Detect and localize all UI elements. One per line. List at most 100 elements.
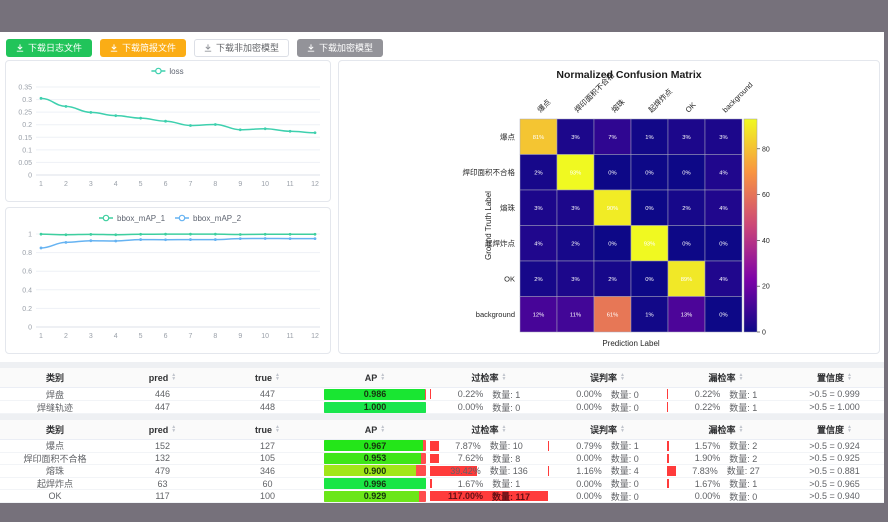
x-tick-label: 11: [286, 181, 293, 188]
ap-bar-track: 0.967: [324, 440, 426, 451]
sort-caret-icon[interactable]: ▲▼: [380, 374, 385, 381]
col-header-true[interactable]: true▲▼: [215, 373, 320, 383]
matrix-cell-value: 4%: [719, 206, 727, 212]
col-header-label: true: [255, 425, 272, 435]
rate-bar: [667, 402, 668, 412]
data-point: [314, 233, 317, 236]
col-header-pred[interactable]: pred▲▼: [110, 373, 215, 383]
data-point: [289, 130, 292, 133]
legend-item-bbox_mAP_1[interactable]: bbox_mAP_1: [99, 214, 166, 223]
row-label: 爆点: [500, 131, 515, 141]
cell-mis: 1.16%数量: 4: [548, 465, 667, 477]
y-tick-label: 0: [28, 325, 32, 332]
download-button-orange[interactable]: 下载简报文件: [100, 39, 186, 57]
ap-value: 0.900: [324, 465, 426, 476]
col-header-conf[interactable]: 置信度▲▼: [785, 423, 884, 436]
matrix-cell-value: 89%: [681, 277, 693, 283]
matrix-cell-value: 0%: [719, 241, 727, 247]
legend-marker-icon: [156, 68, 161, 73]
matrix-cell-value: 4%: [719, 277, 727, 283]
rate-percent: 1.67%: [695, 479, 721, 489]
col-header-conf[interactable]: 置信度▲▼: [785, 371, 884, 384]
sort-caret-icon[interactable]: ▲▼: [171, 426, 176, 433]
cell-cat: 焊印面积不合格: [0, 453, 110, 465]
metrics-table-1: 类别pred▲▼true▲▼AP▲▼过检率▲▼误判率▲▼漏检率▲▼置信度▲▼焊盘…: [0, 368, 884, 414]
x-tick-label: 7: [189, 181, 193, 188]
legend-item-loss[interactable]: loss: [151, 67, 183, 76]
col-header-true[interactable]: true▲▼: [215, 425, 320, 435]
matrix-cell-value: 3%: [571, 135, 579, 141]
metrics-tables: 类别pred▲▼true▲▼AP▲▼过检率▲▼误判率▲▼漏检率▲▼置信度▲▼焊盘…: [0, 362, 884, 503]
col-header-miss[interactable]: 漏检率▲▼: [667, 371, 785, 384]
col-header-pred[interactable]: pred▲▼: [110, 425, 215, 435]
matrix-cell-value: 3%: [719, 135, 727, 141]
col-header-ap[interactable]: AP▲▼: [320, 373, 430, 383]
cell-ap: 0.929: [320, 490, 430, 502]
rate-bar: [430, 454, 439, 464]
data-point: [89, 233, 92, 236]
col-header-label: pred: [149, 425, 169, 435]
matrix-cell-value: 61%: [607, 312, 619, 318]
col-header-mis[interactable]: 误判率▲▼: [548, 371, 667, 384]
col-label: 起焊炸点: [646, 86, 675, 115]
sort-caret-icon[interactable]: ▲▼: [847, 374, 852, 381]
col-header-over[interactable]: 过检率▲▼: [430, 371, 548, 384]
sort-caret-icon[interactable]: ▲▼: [739, 374, 744, 381]
sort-caret-icon[interactable]: ▲▼: [502, 426, 507, 433]
cell-conf: >0.5 = 0.925: [785, 453, 884, 465]
col-header-over[interactable]: 过检率▲▼: [430, 423, 548, 436]
series-line-bbox_mAP_2: [41, 238, 315, 247]
sort-caret-icon[interactable]: ▲▼: [739, 426, 744, 433]
y-tick-label: 0.05: [18, 160, 32, 167]
sort-caret-icon[interactable]: ▲▼: [502, 374, 507, 381]
rate-percent: 0.22%: [695, 389, 721, 399]
cell-cat: 爆点: [0, 440, 110, 452]
download-button-green[interactable]: 下载日志文件: [6, 39, 92, 57]
table-row: 熔珠4793460.90039.42%数量: 1361.16%数量: 47.83…: [0, 465, 884, 478]
ap-value: 0.986: [324, 389, 426, 400]
data-point: [239, 128, 242, 131]
y-tick-label: 0: [28, 173, 32, 180]
sort-caret-icon[interactable]: ▲▼: [171, 374, 176, 381]
rate-percent: 39.42%: [450, 466, 481, 476]
rate-percent: 7.83%: [692, 466, 718, 476]
sort-caret-icon[interactable]: ▲▼: [275, 426, 280, 433]
rate-quantity: 数量: 0: [611, 388, 639, 400]
matrix-cell-value: 93%: [570, 170, 582, 176]
cell-conf: >0.5 = 0.924: [785, 440, 884, 452]
x-tick-label: 6: [164, 181, 168, 188]
table-row: 爆点1521270.9677.87%数量: 100.79%数量: 11.57%数…: [0, 440, 884, 453]
col-header-ap[interactable]: AP▲▼: [320, 425, 430, 435]
sort-caret-icon[interactable]: ▲▼: [380, 426, 385, 433]
download-button-plain[interactable]: 下载非加密模型: [194, 39, 289, 57]
matrix-cell-value: 2%: [608, 277, 616, 283]
download-icon: [16, 44, 24, 52]
confusion-matrix-heatmap: Normalized Confusion Matrix爆点焊印面积不合格熔珠起焊…: [339, 61, 880, 353]
colorbar-tick-label: 80: [762, 146, 770, 153]
rate-percent: 7.87%: [455, 441, 481, 451]
col-header-mis[interactable]: 误判率▲▼: [548, 423, 667, 436]
download-button-gray[interactable]: 下载加密模型: [297, 39, 383, 57]
rate-percent: 1.67%: [458, 479, 484, 489]
col-header-label: 类别: [46, 371, 64, 384]
sort-caret-icon[interactable]: ▲▼: [275, 374, 280, 381]
sort-caret-icon[interactable]: ▲▼: [847, 426, 852, 433]
cell-miss: 1.57%数量: 2: [667, 440, 785, 452]
dashboard-panel: 下载日志文件下载简报文件下载非加密模型下载加密模型 loss00.050.10.…: [0, 32, 884, 492]
series-line-loss: [41, 98, 315, 132]
matrix-cell-value: 7%: [608, 135, 616, 141]
table-row: 焊盘4464470.9860.22%数量: 10.00%数量: 00.22%数量…: [0, 388, 884, 401]
col-header-label: 置信度: [817, 371, 844, 384]
x-tick-label: 7: [189, 333, 193, 340]
cell-over: 1.67%数量: 1: [430, 478, 548, 490]
rate-quantity: 数量: 1: [729, 401, 757, 413]
rate-percent: 0.22%: [458, 389, 484, 399]
legend-item-bbox_mAP_2[interactable]: bbox_mAP_2: [175, 214, 242, 223]
download-button-label: 下载非加密模型: [216, 41, 279, 54]
sort-caret-icon[interactable]: ▲▼: [620, 426, 625, 433]
sort-caret-icon[interactable]: ▲▼: [620, 374, 625, 381]
col-header-miss[interactable]: 漏检率▲▼: [667, 423, 785, 436]
cell-mis: 0.00%数量: 0: [548, 453, 667, 465]
cell-ap: 0.900: [320, 465, 430, 477]
cell-conf: >0.5 = 0.881: [785, 465, 884, 477]
